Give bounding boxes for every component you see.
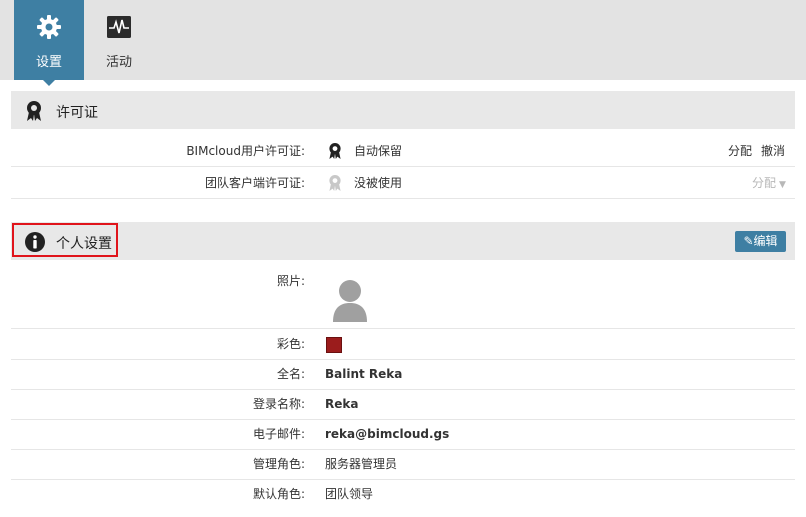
pencil-icon: ✎ [743, 234, 754, 248]
assign-dropdown[interactable]: 分配 ▼ [752, 168, 786, 200]
email-value: reka@bimcloud.gs [325, 427, 450, 441]
fullname-label: 全名: [276, 367, 305, 381]
personal-settings-header: 个人设置 ✎编辑 [11, 222, 795, 260]
team-client-license-status: 没被使用 [354, 176, 403, 190]
photo-label: 照片: [276, 274, 305, 288]
login-value: Reka [325, 397, 359, 411]
tab-activity[interactable]: 活动 [84, 0, 154, 80]
license-badge-icon [329, 175, 341, 191]
license-badge-icon [27, 101, 41, 121]
color-label: 彩色: [276, 337, 305, 351]
default-role-label: 默认角色: [252, 487, 305, 501]
activity-icon [107, 16, 131, 38]
license-section-header: 许可证 [11, 91, 795, 129]
tab-settings-label: 设置 [35, 55, 62, 70]
admin-role-row: 管理角色: 服务器管理员 [11, 449, 795, 480]
assign-dropdown-label: 分配 [752, 176, 777, 190]
fullname-value: Balint Reka [325, 367, 403, 381]
edit-button-label: 编辑 [753, 234, 778, 248]
email-row: 电子邮件: reka@bimcloud.gs [11, 419, 795, 450]
color-swatch [326, 337, 342, 353]
admin-role-value: 服务器管理员 [325, 457, 398, 471]
personal-settings-title: 个人设置 [56, 236, 112, 252]
license-section-title: 许可证 [56, 105, 98, 121]
revoke-link[interactable]: 撤消 [761, 136, 785, 166]
team-client-license-row: 团队客户端许可证: 没被使用 分配 ▼ [11, 168, 795, 199]
gear-icon [37, 15, 61, 39]
color-row: 彩色: [11, 329, 795, 360]
license-badge-icon [329, 143, 341, 159]
avatar-placeholder-icon[interactable] [331, 278, 369, 322]
info-icon [25, 232, 45, 252]
bimcloud-license-status: 自动保留 [354, 144, 403, 158]
tab-activity-label: 活动 [105, 55, 132, 70]
login-row: 登录名称: Reka [11, 389, 795, 420]
assign-link[interactable]: 分配 [728, 136, 752, 166]
top-tab-bar: 设置 活动 [0, 0, 806, 86]
team-client-license-label: 团队客户端许可证: [204, 176, 305, 190]
fullname-row: 全名: Balint Reka [11, 359, 795, 390]
default-role-value: 团队领导 [325, 487, 374, 501]
bimcloud-license-label: BIMcloud用户许可证: [186, 144, 305, 158]
login-label: 登录名称: [252, 397, 305, 411]
photo-row: 照片: [11, 265, 795, 329]
tab-settings[interactable]: 设置 [14, 0, 84, 86]
bimcloud-user-license-row: BIMcloud用户许可证: 自动保留 分配 撤消 [11, 136, 795, 167]
edit-button[interactable]: ✎编辑 [735, 231, 786, 252]
admin-role-label: 管理角色: [252, 457, 305, 471]
active-tab-pointer [43, 80, 55, 86]
email-label: 电子邮件: [252, 427, 305, 441]
default-role-row: 默认角色: 团队领导 [11, 479, 795, 509]
chevron-down-icon: ▼ [779, 180, 786, 190]
